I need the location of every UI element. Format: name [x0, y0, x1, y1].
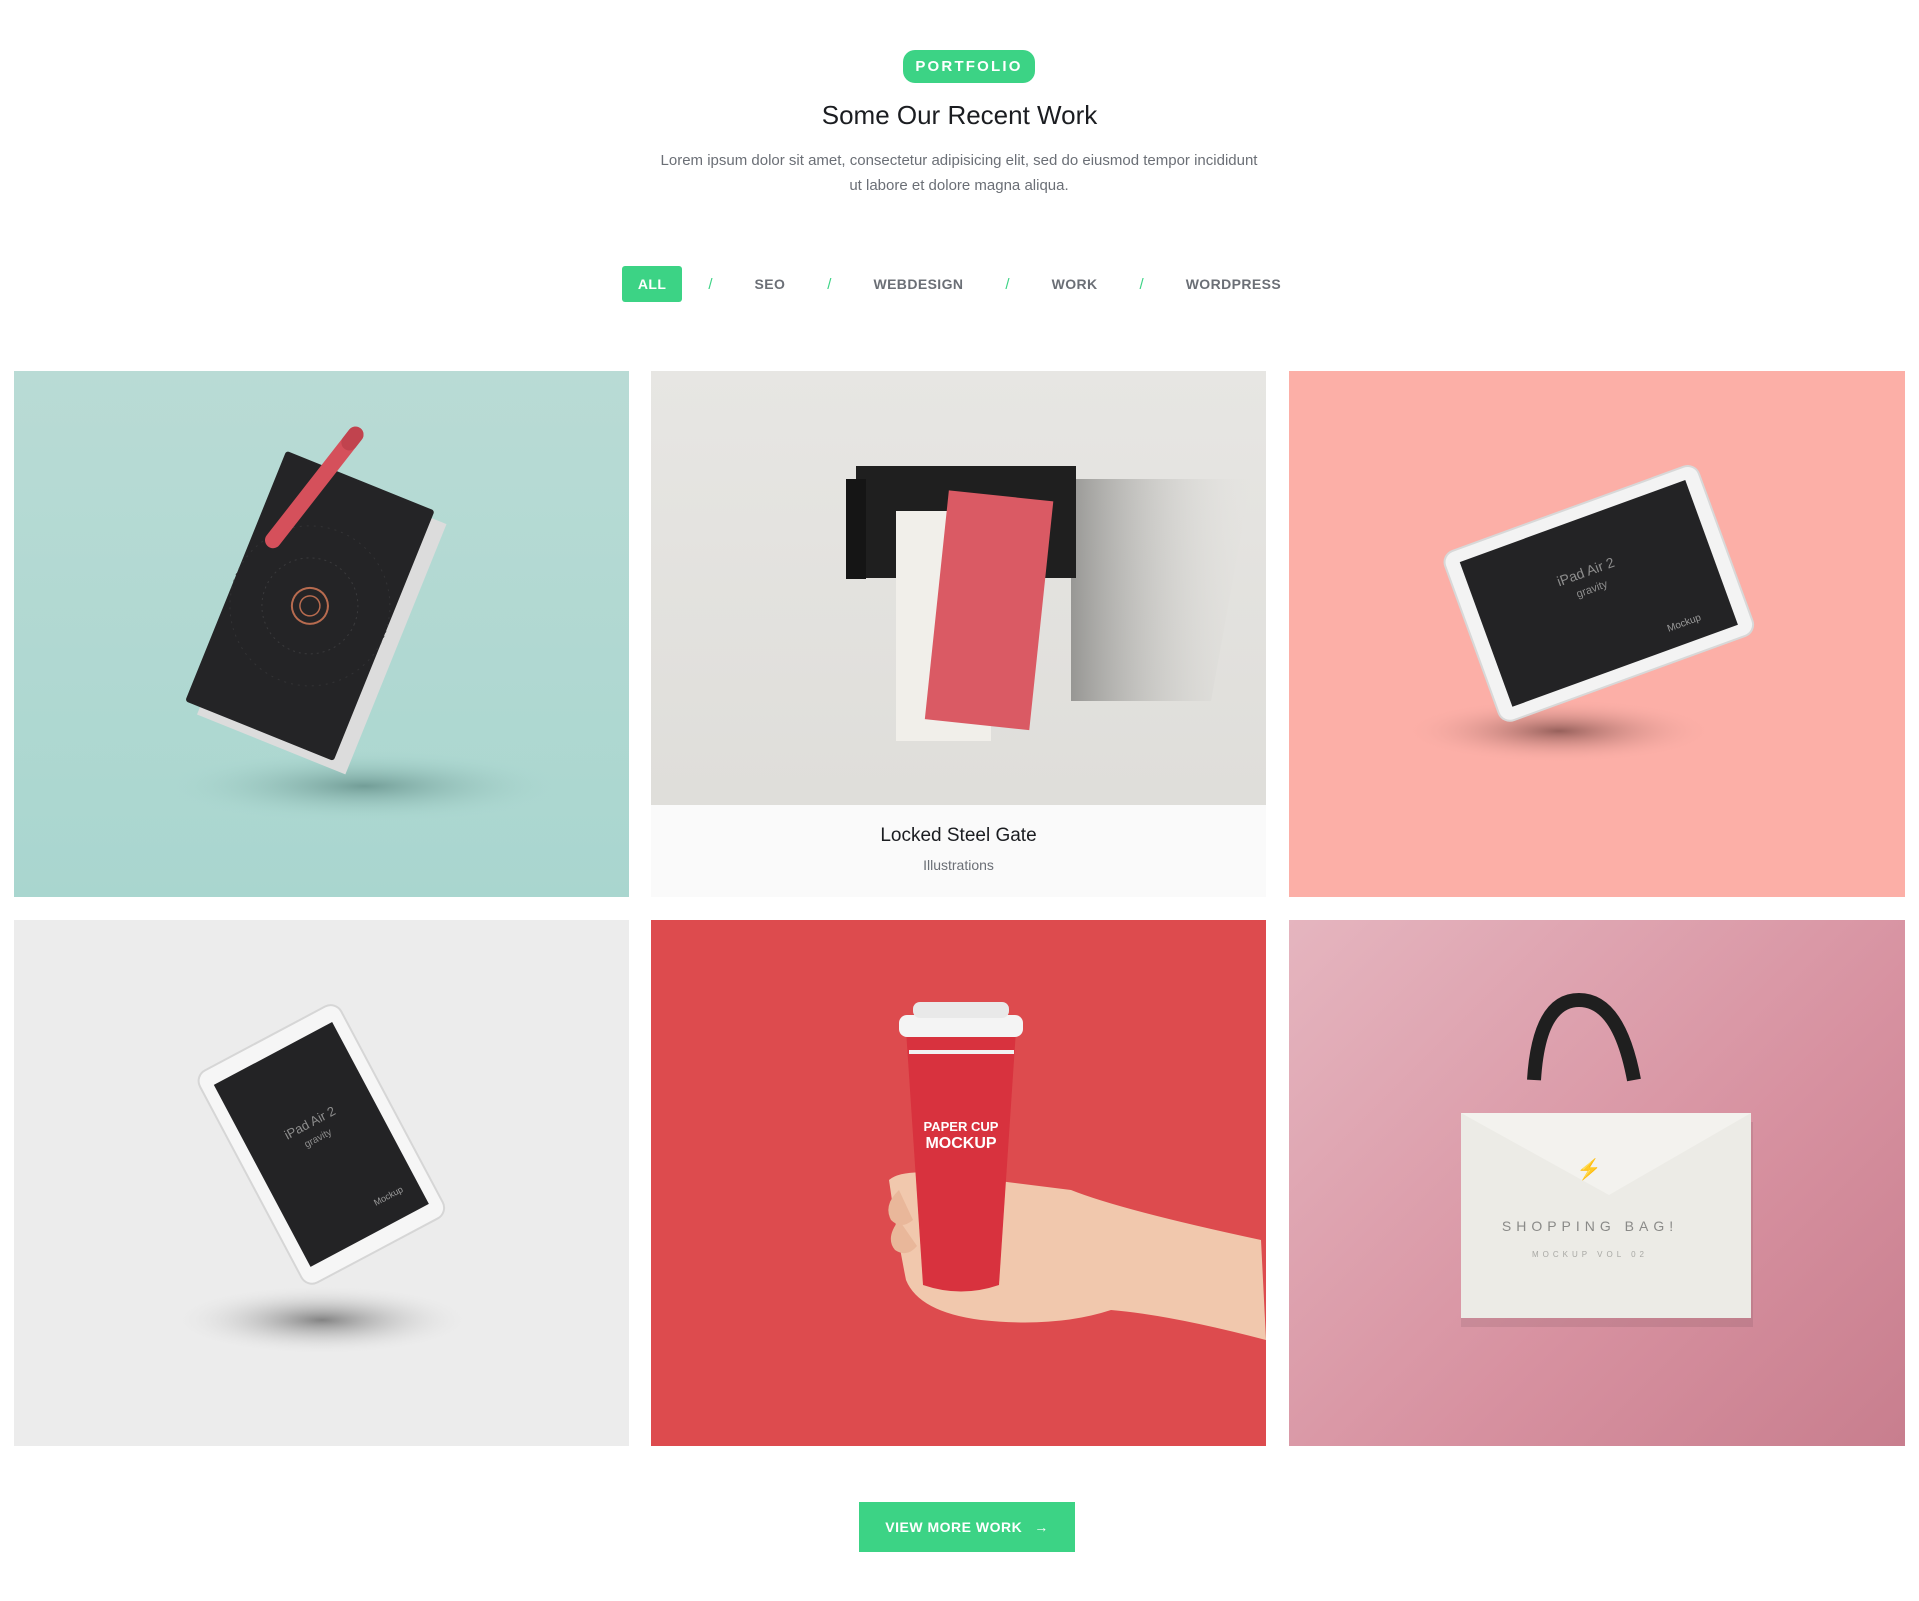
- portfolio-item-category: Illustrations: [923, 857, 994, 873]
- notebook-mockup-image: [164, 426, 564, 822]
- portfolio-item-shopping-bag[interactable]: ⚡ SHOPPING BAG! MOCKUP VOL 02: [1289, 920, 1905, 1446]
- portfolio-filter-bar: ALL / SEO / WEBDESIGN / WORK / WORDPRESS: [0, 266, 1919, 302]
- portfolio-item-title: Locked Steel Gate: [880, 825, 1037, 846]
- filter-work[interactable]: WORK: [1036, 266, 1114, 302]
- bag-text: SHOPPING BAG!: [1502, 1218, 1678, 1234]
- paper-letter-mockup-image: [846, 466, 1251, 741]
- cup-text-line1: PAPER CUP: [924, 1119, 999, 1134]
- filter-separator: /: [827, 275, 832, 293]
- filter-separator: /: [1005, 275, 1010, 293]
- portfolio-item-paper-cup[interactable]: PAPER CUP MOCKUP: [651, 920, 1266, 1446]
- filter-separator: /: [708, 275, 713, 293]
- ipad-portrait-mockup-image: iPad Air 2 gravity Mockup: [172, 1004, 472, 1355]
- filter-webdesign[interactable]: WEBDESIGN: [857, 266, 979, 302]
- filter-all[interactable]: ALL: [621, 266, 683, 302]
- section-title: Some Our Recent Work: [821, 100, 1098, 130]
- portfolio-caption: Locked Steel Gate Illustrations: [651, 805, 1266, 897]
- view-more-work-button[interactable]: VIEW MORE WORK →: [859, 1502, 1075, 1552]
- bolt-icon: ⚡: [1577, 1157, 1602, 1181]
- filter-separator: /: [1139, 275, 1144, 293]
- cup-text-line2: MOCKUP: [925, 1135, 996, 1152]
- arrow-right-icon: →: [1034, 1519, 1049, 1535]
- section-badge: PORTFOLIO: [903, 50, 1035, 83]
- portfolio-item-ipad-landscape[interactable]: iPad Air 2 gravity Mockup: [1289, 371, 1905, 897]
- portfolio-item-letter[interactable]: Locked Steel Gate Illustrations: [651, 371, 1266, 897]
- filter-seo[interactable]: SEO: [739, 266, 802, 302]
- portfolio-item-notebook[interactable]: [14, 371, 629, 897]
- portfolio-item-ipad-portrait[interactable]: iPad Air 2 gravity Mockup: [14, 920, 629, 1446]
- view-more-work-label: VIEW MORE WORK: [885, 1519, 1023, 1535]
- filter-wordpress[interactable]: WORDPRESS: [1170, 266, 1297, 302]
- ipad-landscape-mockup-image: iPad Air 2 gravity Mockup: [1404, 465, 1755, 763]
- bag-subtext: MOCKUP VOL 02: [1532, 1250, 1648, 1259]
- section-subtitle: Lorem ipsum dolor sit amet, consectetur …: [660, 152, 1258, 194]
- paper-cup-mockup-image: PAPER CUP MOCKUP: [888, 1002, 1266, 1340]
- shopping-bag-mockup-image: ⚡ SHOPPING BAG! MOCKUP VOL 02: [1461, 992, 1753, 1327]
